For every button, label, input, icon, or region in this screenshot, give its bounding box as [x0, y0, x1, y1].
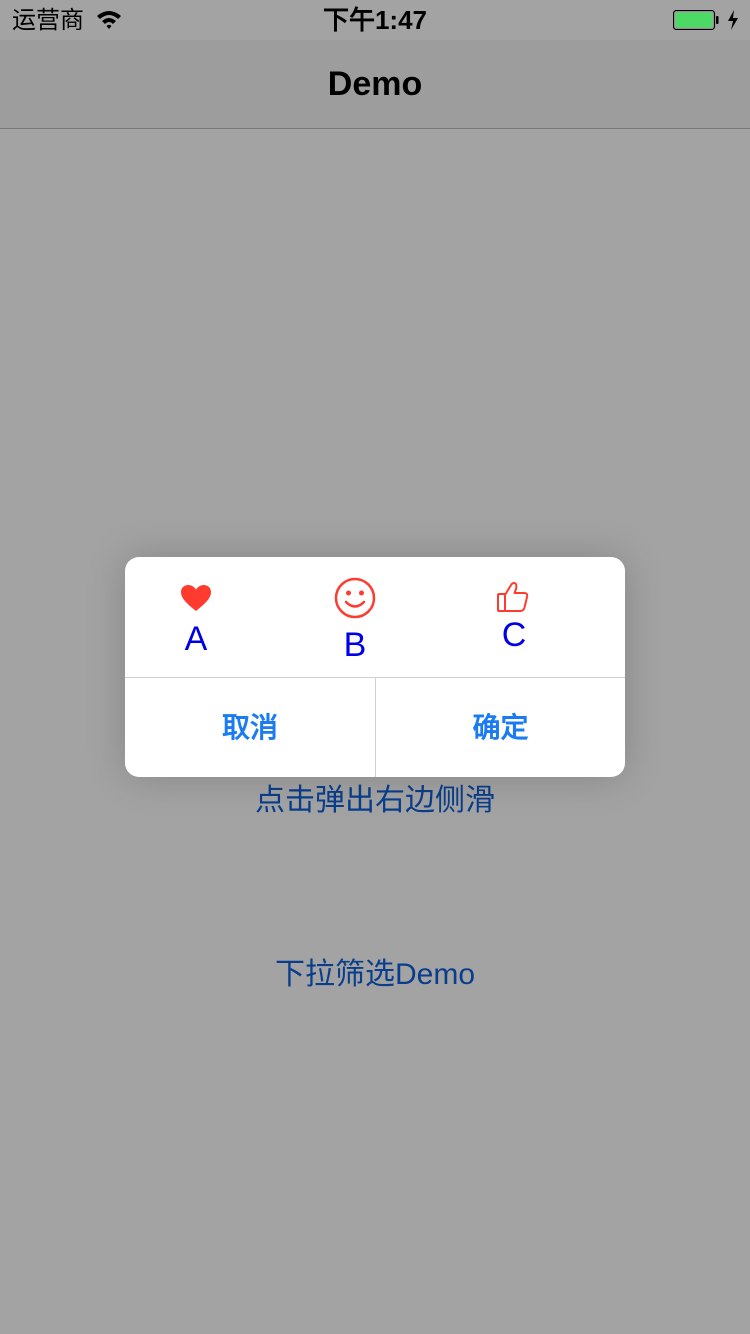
option-c[interactable]: C	[464, 557, 564, 677]
side-drawer-link[interactable]: 点击弹出右边侧滑	[0, 781, 750, 821]
option-a-label: A	[184, 620, 208, 658]
smiley-icon	[334, 577, 376, 619]
cancel-button[interactable]: 取消	[125, 678, 375, 777]
status-bar: 运营商 下午1:47	[0, 0, 750, 40]
charging-bolt-icon	[728, 10, 738, 30]
thumbs-up-icon	[497, 582, 529, 612]
option-b-label: B	[343, 626, 367, 664]
battery-icon	[673, 10, 719, 30]
option-c-label: C	[501, 616, 527, 654]
dropdown-filter-link[interactable]: 下拉筛选Demo	[0, 955, 750, 995]
alert-dialog: A B C 取消 确定	[125, 557, 625, 777]
option-row: A B C	[125, 557, 625, 677]
confirm-button[interactable]: 确定	[376, 678, 625, 777]
heart-icon	[181, 585, 211, 611]
navigation-bar: Demo	[0, 40, 750, 129]
option-a[interactable]: A	[146, 557, 246, 677]
page-title: Demo	[327, 65, 423, 103]
clock: 下午1:47	[322, 5, 428, 35]
option-b[interactable]: B	[305, 557, 405, 677]
